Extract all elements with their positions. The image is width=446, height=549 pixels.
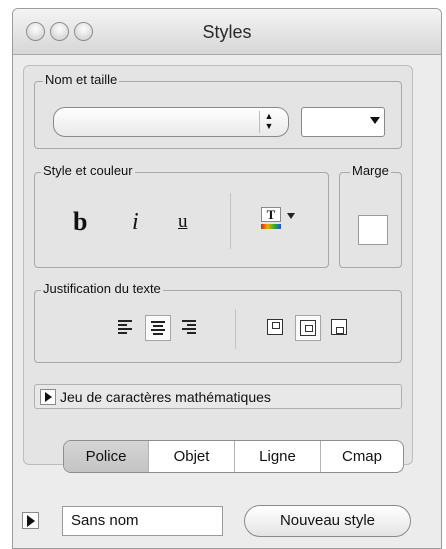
tab-bar: Police Objet Ligne Cmap xyxy=(63,440,404,473)
footer-disclosure-icon[interactable] xyxy=(22,512,39,529)
align-left-icon xyxy=(118,320,132,336)
color-dropdown-arrow-icon[interactable] xyxy=(287,213,295,219)
style-name-field[interactable]: Sans nom xyxy=(62,506,223,536)
margin-input[interactable] xyxy=(358,215,388,245)
justification-legend: Justification du texte xyxy=(41,281,163,296)
name-size-legend: Nom et taille xyxy=(43,72,120,87)
style-separator xyxy=(230,193,231,249)
valign-top-icon xyxy=(267,319,283,335)
tab-cmap[interactable]: Cmap xyxy=(321,441,403,472)
justification-group: Justification du texte xyxy=(34,281,402,363)
style-color-legend: Style et couleur xyxy=(41,163,135,178)
tab-ligne[interactable]: Ligne xyxy=(235,441,321,472)
valign-top-button[interactable] xyxy=(263,315,289,341)
font-name-stepper-icon[interactable]: ▲ ▼ xyxy=(259,111,278,133)
valign-middle-button[interactable] xyxy=(295,315,321,341)
disclosure-triangle-icon[interactable] xyxy=(40,389,56,405)
color-swatch-icon xyxy=(261,224,281,229)
style-settings-panel: Nom et taille ▲ ▼ Style et couleur b i u … xyxy=(23,65,413,465)
margin-group: Marge xyxy=(339,163,402,268)
align-center-button[interactable] xyxy=(145,315,171,341)
title-bar: Styles xyxy=(13,9,441,55)
name-size-group: Nom et taille ▲ ▼ xyxy=(34,72,402,149)
text-color-button[interactable]: T xyxy=(261,207,301,235)
font-name-combo[interactable]: ▲ ▼ xyxy=(53,107,289,137)
valign-bottom-button[interactable] xyxy=(327,315,353,341)
align-center-icon xyxy=(151,321,165,337)
justification-separator xyxy=(235,309,236,349)
text-color-icon: T xyxy=(261,207,281,222)
margin-legend: Marge xyxy=(350,163,391,178)
valign-bottom-icon xyxy=(331,319,347,335)
new-style-button[interactable]: Nouveau style xyxy=(244,505,411,537)
bold-button[interactable]: b xyxy=(73,207,87,237)
valign-middle-icon xyxy=(300,320,316,336)
math-charset-disclosure[interactable]: Jeu de caractères mathématiques xyxy=(34,384,402,409)
style-color-group: Style et couleur b i u T xyxy=(34,163,329,268)
italic-button[interactable]: i xyxy=(132,209,139,236)
math-charset-label: Jeu de caractères mathématiques xyxy=(60,389,271,405)
tab-objet[interactable]: Objet xyxy=(149,441,235,472)
underline-button[interactable]: u xyxy=(178,211,188,233)
window-title: Styles xyxy=(202,22,252,42)
align-left-button[interactable] xyxy=(113,315,139,341)
font-size-dropdown[interactable] xyxy=(301,107,385,137)
dropdown-arrow-icon xyxy=(370,117,380,124)
align-right-icon xyxy=(182,320,196,336)
align-right-button[interactable] xyxy=(177,315,203,341)
tab-police[interactable]: Police xyxy=(64,441,149,472)
